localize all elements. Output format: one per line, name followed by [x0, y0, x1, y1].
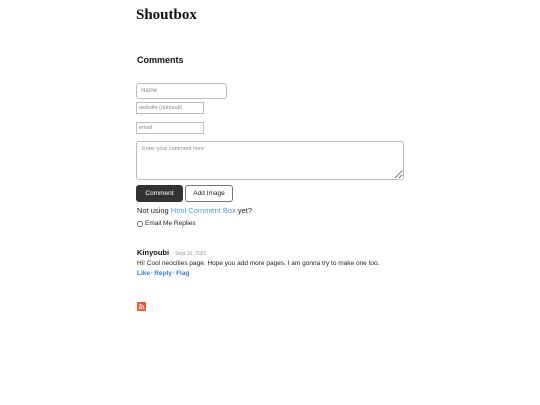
rss-feed-icon[interactable] [137, 298, 146, 311]
html-comment-box-link[interactable]: Html Comment Box [171, 206, 236, 215]
email-replies-option[interactable]: Email Me Replies [137, 220, 196, 227]
rss-icon [137, 302, 146, 311]
name-input[interactable] [136, 83, 227, 99]
comment-date: Sept 16, 2021 [175, 251, 207, 257]
comment-textarea[interactable] [136, 141, 404, 180]
website-input[interactable] [136, 102, 204, 114]
powered-by-text: Not using Html Comment Box yet? [137, 206, 252, 215]
not-using-suffix: yet? [237, 206, 253, 215]
not-using-prefix: Not using [137, 206, 169, 215]
email-replies-label: Email Me Replies [145, 220, 196, 227]
comment-text: Hi! Cool neocities page. Hope you add mo… [137, 260, 380, 267]
add-image-button[interactable]: Add Image [185, 185, 233, 202]
comment-author: Kinyoubi [137, 248, 170, 257]
comments-heading: Comments [137, 55, 184, 65]
comment-actions: Like·Reply·Flag [137, 270, 437, 277]
comment-button[interactable]: Comment [136, 185, 183, 202]
like-link[interactable]: Like [137, 270, 150, 277]
action-separator: · [151, 270, 154, 277]
reply-link[interactable]: Reply [154, 270, 172, 277]
page-title: Shoutbox [136, 7, 197, 23]
email-input[interactable] [136, 122, 204, 134]
flag-link[interactable]: Flag [176, 270, 189, 277]
comment-header: Kinyoubi Sept 16, 2021 [137, 248, 437, 257]
email-replies-checkbox[interactable] [137, 220, 143, 227]
comment-item: Kinyoubi Sept 16, 2021 Hi! Cool neocitie… [137, 248, 437, 277]
action-separator: · [172, 270, 176, 277]
